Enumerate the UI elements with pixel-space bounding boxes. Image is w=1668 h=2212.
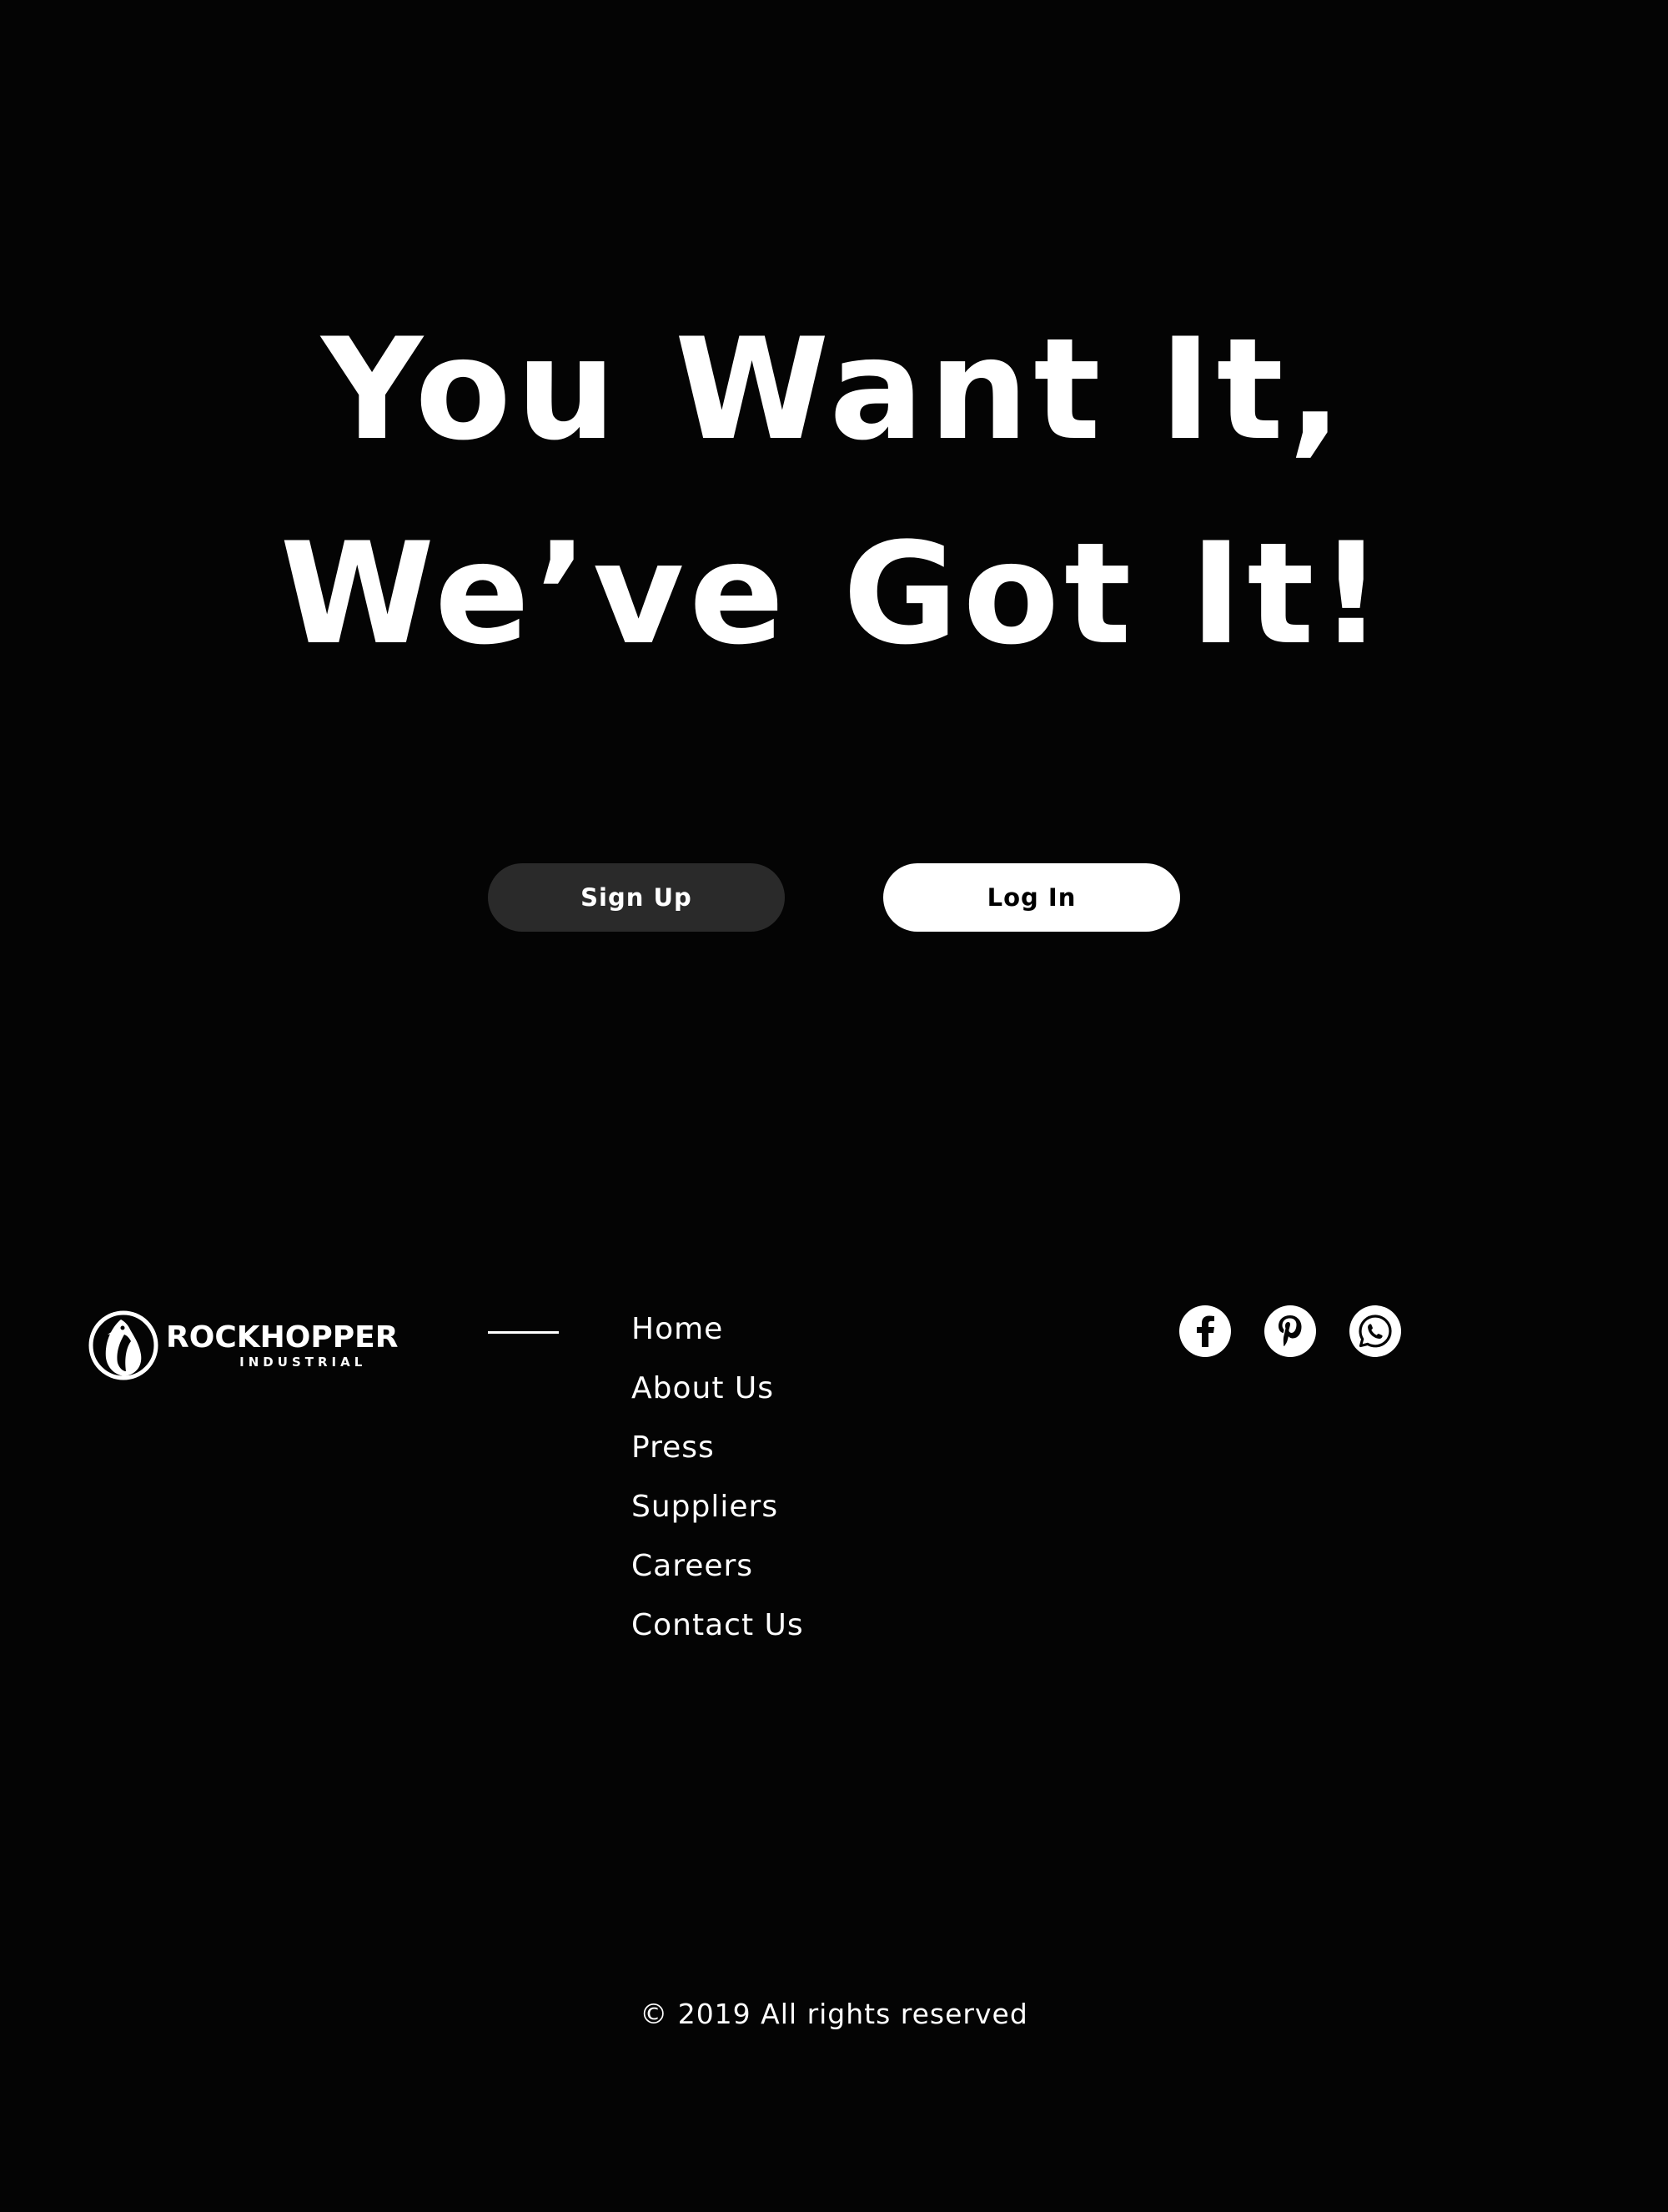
facebook-link[interactable] [1179, 1305, 1231, 1357]
footer-nav-item-suppliers: Suppliers [631, 1486, 804, 1545]
footer-link-home[interactable]: Home [631, 1312, 723, 1346]
log-in-button[interactable]: Log In [883, 863, 1180, 932]
footer-link-press[interactable]: Press [631, 1430, 715, 1465]
hero-title-line-1: You Want It, [321, 308, 1347, 471]
whatsapp-icon [1359, 1315, 1392, 1348]
footer-link-careers[interactable]: Careers [631, 1549, 753, 1583]
sign-up-button[interactable]: Sign Up [488, 863, 785, 932]
footer-nav: Home About Us Press Suppliers Careers Co… [631, 1308, 804, 1663]
footer-link-suppliers[interactable]: Suppliers [631, 1490, 778, 1524]
footer-divider [488, 1331, 559, 1334]
footer-nav-item-about-us: About Us [631, 1367, 804, 1426]
footer-nav-item-careers: Careers [631, 1545, 804, 1604]
logo-name: ROCKHOPPER [166, 1320, 399, 1355]
copyright-text: © 2019 All rights reserved [640, 1998, 1028, 2030]
logo-text: ROCKHOPPER INDUSTRIAL [166, 1321, 398, 1370]
penguin-logo-icon [88, 1310, 158, 1380]
facebook-icon [1197, 1315, 1214, 1347]
pinterest-icon [1279, 1315, 1302, 1346]
hero-title: You Want It, We’ve Got It! [0, 288, 1668, 696]
pinterest-link[interactable] [1264, 1305, 1316, 1357]
page: You Want It, We’ve Got It! Sign Up Log I… [0, 0, 1668, 2212]
whatsapp-link[interactable] [1349, 1305, 1401, 1357]
hero-title-line-2: We’ve Got It! [279, 512, 1389, 676]
logo-tagline: INDUSTRIAL [239, 1355, 367, 1370]
footer-nav-item-home: Home [631, 1308, 804, 1367]
footer-nav-item-press: Press [631, 1426, 804, 1486]
footer-link-contact-us[interactable]: Contact Us [631, 1608, 804, 1642]
footer-nav-item-contact-us: Contact Us [631, 1604, 804, 1663]
footer-link-about-us[interactable]: About Us [631, 1371, 774, 1405]
logo[interactable]: ROCKHOPPER INDUSTRIAL [88, 1308, 398, 1383]
